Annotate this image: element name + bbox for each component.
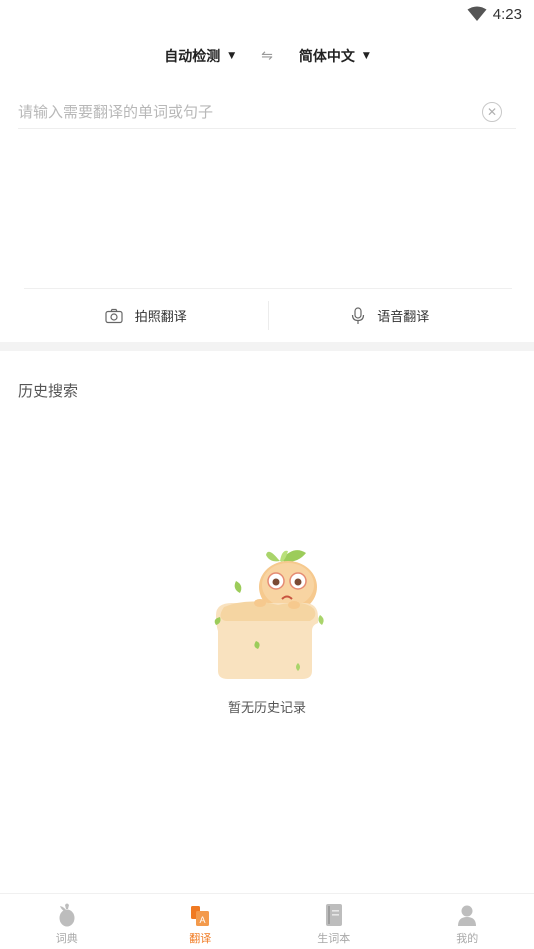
tab-profile-label: 我的	[456, 932, 479, 945]
target-language-select[interactable]: 简体中文 ▼	[299, 46, 370, 66]
translate-actions: 拍照翻译 语音翻译	[24, 288, 512, 342]
photo-translate-button[interactable]: 拍照翻译	[24, 289, 268, 342]
notebook-icon	[325, 904, 342, 926]
svg-text:A: A	[200, 915, 206, 925]
clear-input-icon[interactable]: ✕	[482, 102, 502, 122]
camera-icon	[105, 308, 123, 323]
translate-icon: A	[191, 906, 210, 926]
voice-translate-button[interactable]: 语音翻译	[269, 289, 513, 342]
status-time: 4:23	[492, 5, 522, 23]
target-language-label: 简体中文	[298, 49, 355, 65]
empty-history-text: 暂无历史记录	[227, 701, 306, 716]
translate-input[interactable]	[18, 97, 482, 127]
tab-dictionary-label: 词典	[55, 932, 78, 945]
history-title: 历史搜索	[18, 382, 79, 400]
tab-dictionary[interactable]: 词典	[0, 894, 134, 949]
tab-translate-label: 翻译	[189, 932, 212, 945]
user-icon	[458, 905, 477, 926]
photo-translate-label: 拍照翻译	[134, 310, 187, 325]
source-language-label: 自动检测	[164, 49, 221, 65]
swap-languages-icon[interactable]: ⇋	[261, 48, 273, 64]
tab-translate[interactable]: A 翻译	[134, 894, 268, 949]
microphone-icon	[352, 306, 365, 324]
tab-wordbook[interactable]: 生词本	[267, 894, 401, 949]
translate-input-container: ✕	[18, 96, 516, 129]
wifi-icon	[467, 6, 487, 21]
tab-profile[interactable]: 我的	[401, 894, 534, 949]
radish-icon	[59, 903, 75, 927]
caret-down-icon: ▼	[228, 51, 236, 61]
language-bar: 自动检测 ▼ ⇋ 简体中文 ▼	[0, 38, 534, 74]
source-language-select[interactable]: 自动检测 ▼	[164, 46, 235, 66]
bottom-tab-bar: 词典 A 翻译 生词本 我的	[0, 893, 534, 949]
voice-translate-label: 语音翻译	[377, 310, 430, 325]
status-bar: 4:23	[0, 0, 534, 28]
section-separator	[0, 342, 534, 351]
tab-wordbook-label: 生词本	[317, 932, 351, 945]
caret-down-icon: ▼	[362, 51, 370, 61]
empty-history-illustration	[214, 550, 324, 679]
